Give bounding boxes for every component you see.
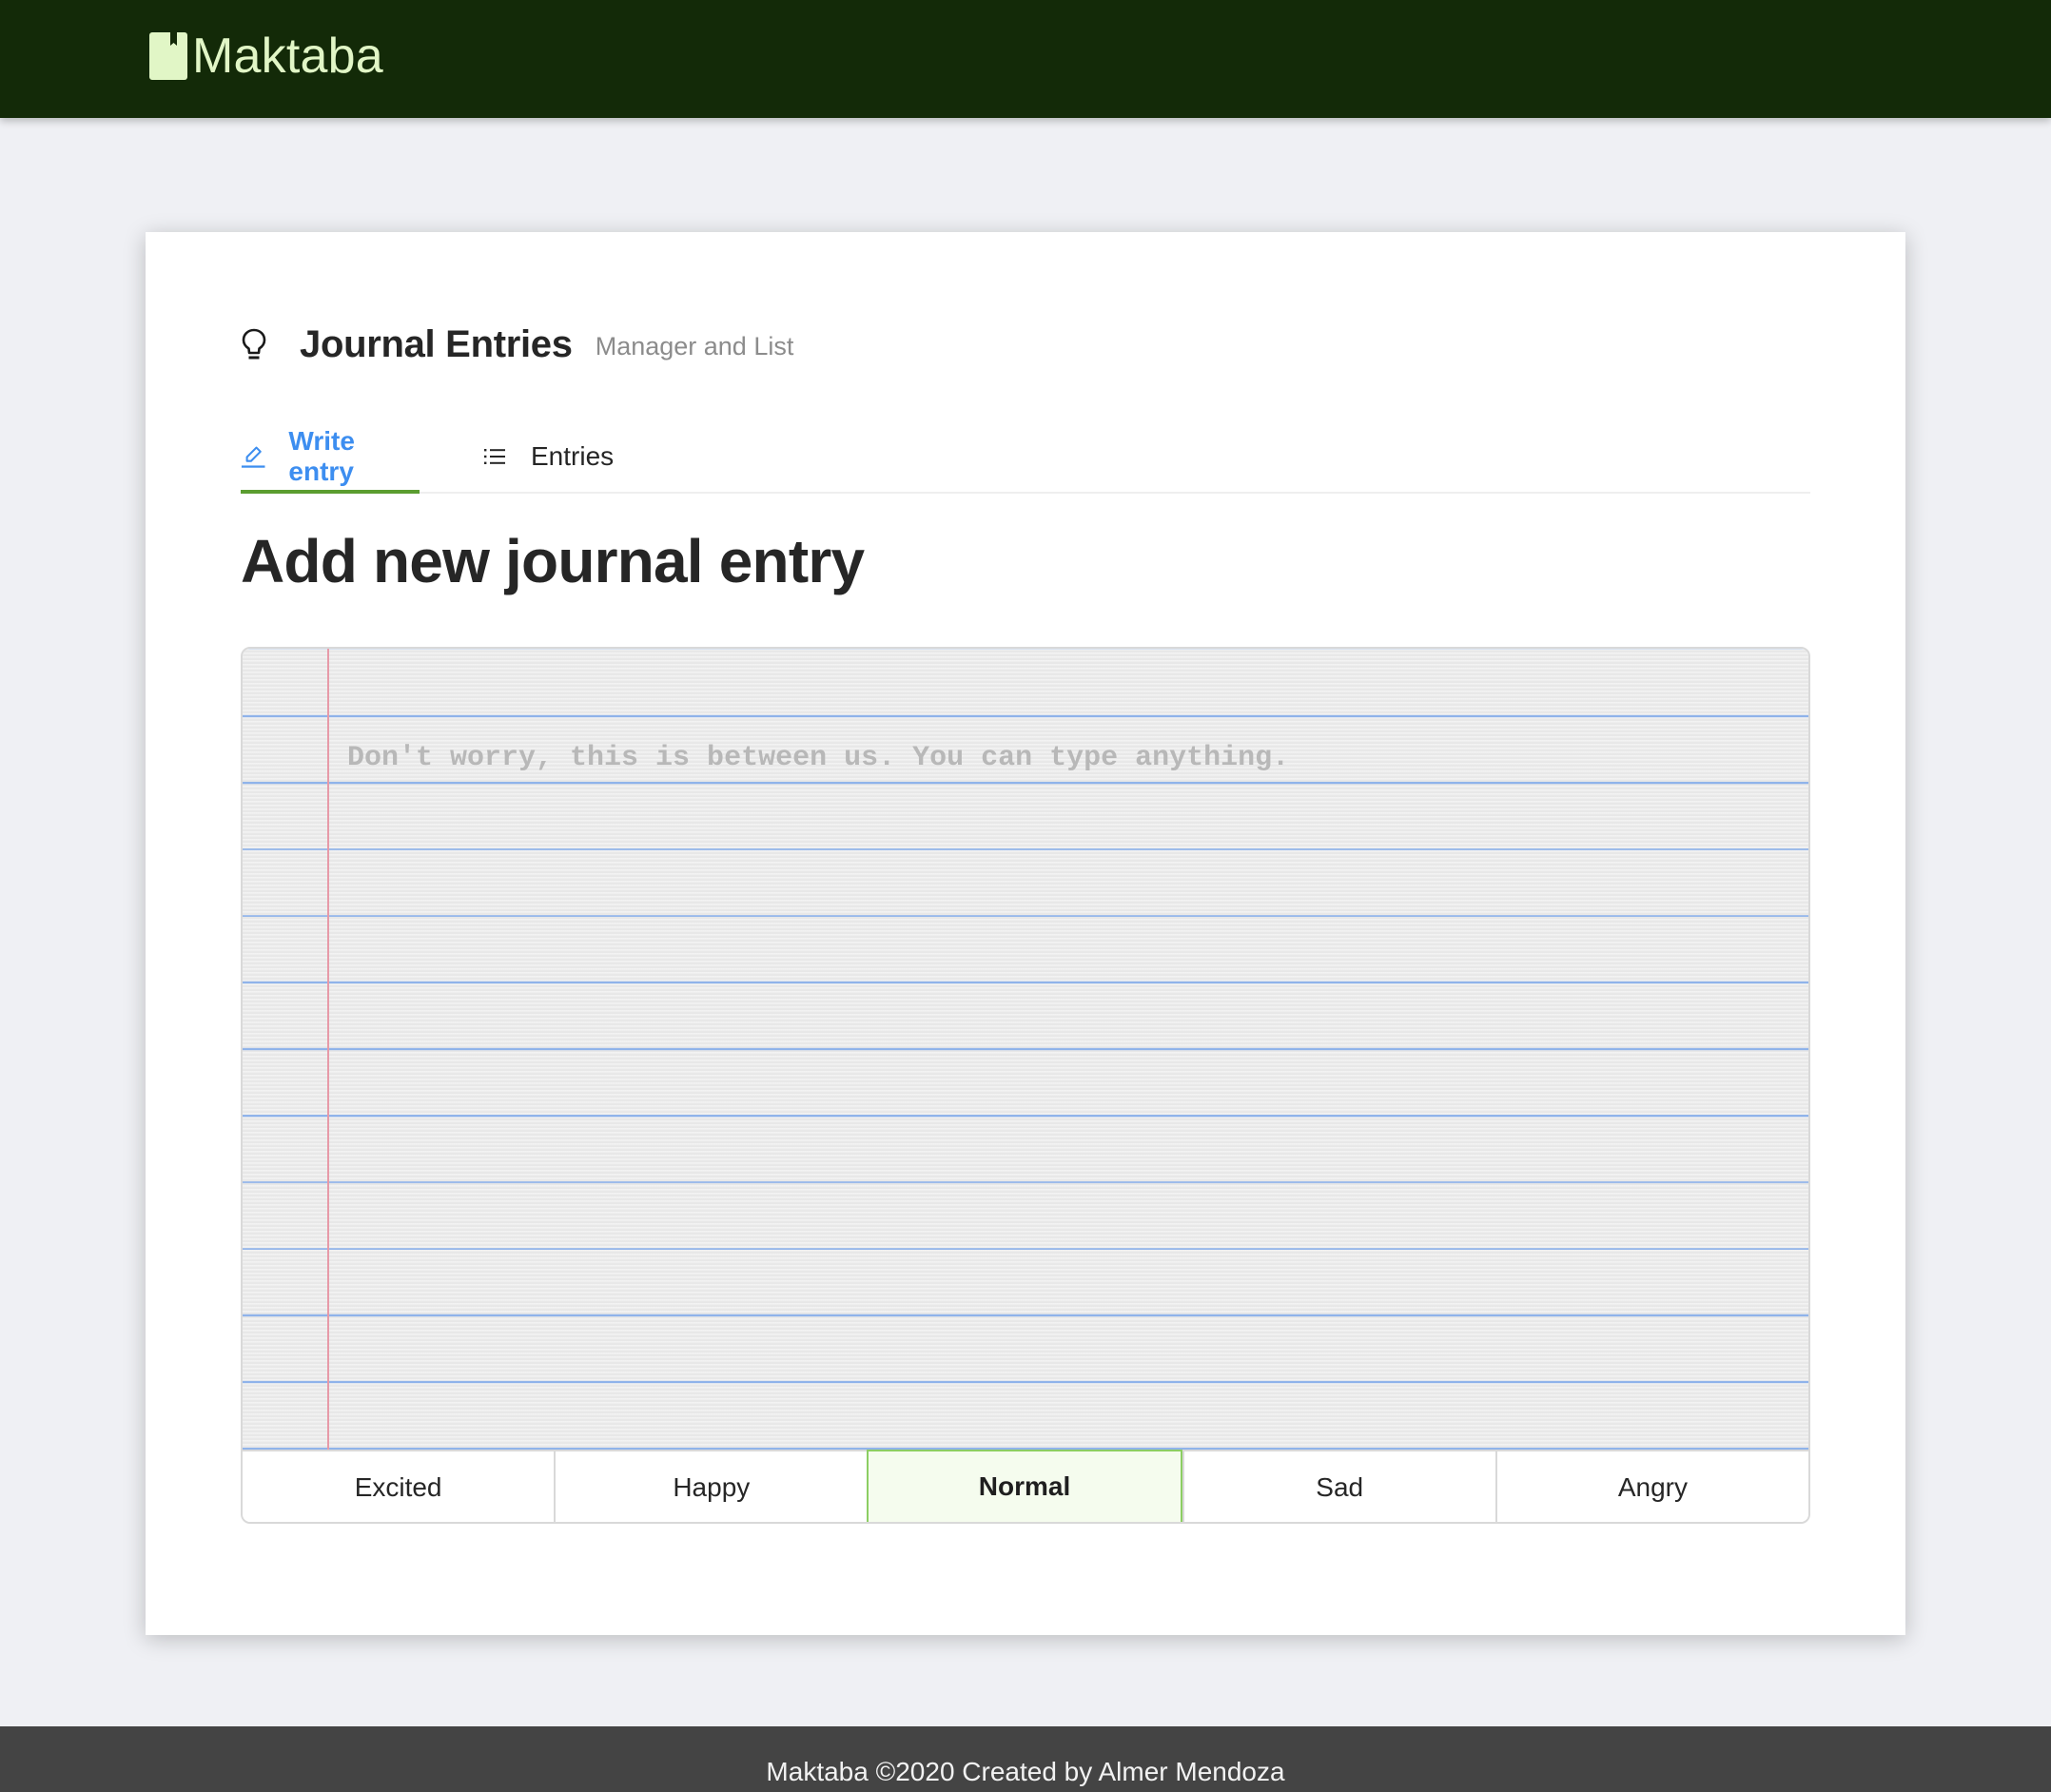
- tab-bar: Write entry Entries: [241, 420, 1810, 494]
- page-title: Journal Entries: [300, 322, 573, 365]
- mood-button-sad[interactable]: Sad: [1182, 1451, 1495, 1522]
- mood-button-angry[interactable]: Angry: [1494, 1451, 1808, 1522]
- mood-button-excited[interactable]: Excited: [243, 1451, 555, 1522]
- tab-entries[interactable]: Entries: [481, 420, 614, 492]
- bulb-icon: [242, 328, 266, 360]
- journal-entry-textarea[interactable]: [243, 649, 1808, 1450]
- tab-write-entry[interactable]: Write entry: [241, 420, 420, 494]
- mood-selector: Excited Happy Normal Sad Angry: [243, 1450, 1808, 1522]
- tab-entries-label: Entries: [531, 440, 615, 471]
- app-footer: Maktaba ©2020 Created by Almer Mendoza: [0, 1726, 2051, 1792]
- logo-link[interactable]: Maktaba: [149, 29, 383, 83]
- active-tab-indicator: [241, 490, 420, 494]
- page-header: Journal Entries Manager and List: [241, 318, 793, 371]
- unordered-list-icon: [484, 448, 505, 464]
- tab-write-entry-label: Write entry: [288, 425, 355, 486]
- footer-text: Maktaba ©2020 Created by Almer Mendoza: [766, 1757, 1285, 1786]
- journal-card: Journal Entries Manager and List Write e…: [146, 232, 1905, 1635]
- app-name: Maktaba: [192, 29, 383, 84]
- section-heading: Add new journal entry: [241, 527, 865, 595]
- app-header: Maktaba: [0, 0, 2051, 118]
- book-bookmark-icon: [149, 32, 187, 80]
- mood-button-normal[interactable]: Normal: [867, 1450, 1182, 1522]
- page-subtitle: Manager and List: [595, 331, 794, 360]
- mood-button-happy[interactable]: Happy: [554, 1451, 868, 1522]
- edit-icon: [241, 446, 265, 468]
- journal-editor: Excited Happy Normal Sad Angry: [241, 647, 1810, 1524]
